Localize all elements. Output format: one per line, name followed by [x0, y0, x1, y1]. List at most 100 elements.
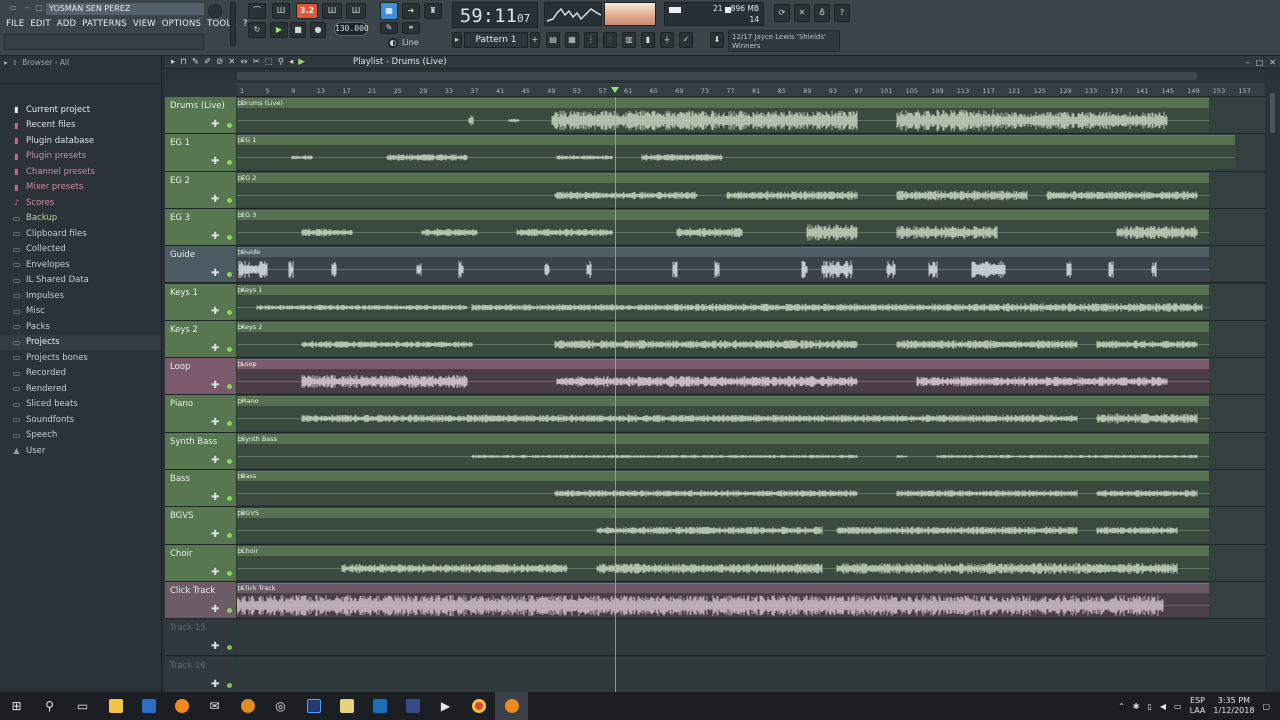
- pat-song-toggle[interactable]: 3.2: [296, 3, 318, 19]
- track-header[interactable]: EG 3 ✚: [165, 208, 237, 246]
- audio-clip[interactable]: ⊳ EG 1: [237, 135, 1235, 170]
- playlist-window-icon[interactable]: ▤: [546, 32, 560, 48]
- maximize-icon[interactable]: □: [34, 3, 44, 13]
- draw-tool-icon[interactable]: ✎: [192, 56, 199, 69]
- browser-item-backup[interactable]: ▭ Backup: [0, 211, 161, 227]
- playhead-marker[interactable]: [610, 87, 619, 93]
- browser-item-current-project[interactable]: ▮ Current project: [0, 102, 161, 118]
- track-mute-led[interactable]: [227, 458, 232, 464]
- track-move-icon[interactable]: ✚: [211, 380, 219, 391]
- track-mute-led[interactable]: [227, 607, 232, 613]
- menu-options[interactable]: OPTIONS: [162, 17, 201, 31]
- touch-controller-icon[interactable]: ✓: [679, 32, 693, 48]
- menu-edit[interactable]: EDIT: [30, 17, 50, 31]
- mixer-window-icon[interactable]: ⫶: [603, 32, 617, 48]
- window-menu-icon[interactable]: ▭: [8, 3, 18, 13]
- browser-item-clipboard-files[interactable]: ▭ Clipboard files: [0, 226, 161, 242]
- tray-arrow-icon[interactable]: ⌃: [1118, 702, 1125, 711]
- track-move-icon[interactable]: ✚: [211, 119, 219, 130]
- slip-tool-icon[interactable]: ⇔: [240, 56, 247, 69]
- loop-icon[interactable]: ↻: [248, 22, 266, 38]
- pattern-selector[interactable]: Pattern 1: [464, 32, 528, 48]
- track-move-icon[interactable]: ✚: [211, 529, 219, 540]
- language-indicator[interactable]: ESP LAA: [1190, 696, 1206, 716]
- track-lane[interactable]: ⊳ Synth Bass: [237, 432, 1265, 469]
- loop-record-icon[interactable]: Ш: [346, 3, 366, 19]
- track-header[interactable]: Piano ✚: [165, 395, 237, 432]
- track-lane[interactable]: ⊳ Piano: [237, 395, 1265, 432]
- plugin-picker-icon[interactable]: ▮: [641, 32, 655, 48]
- snap-magnet-icon[interactable]: ⊓: [180, 56, 187, 69]
- folder-icon[interactable]: [330, 692, 363, 720]
- minimize-icon[interactable]: –: [22, 3, 32, 13]
- playhead[interactable]: [614, 97, 616, 692]
- menu-help[interactable]: ?: [243, 17, 248, 31]
- menu-patterns[interactable]: PATTERNS: [82, 17, 127, 31]
- track-mute-led[interactable]: [227, 197, 232, 203]
- track-header[interactable]: EG 1 ✚: [165, 134, 237, 171]
- playlist-vertical-scrollbar[interactable]: [1265, 83, 1280, 692]
- browser-item-envelopes[interactable]: ▭ Envelopes: [0, 257, 161, 273]
- browser-nav-icon[interactable]: ⇧: [12, 56, 18, 70]
- ime-icon[interactable]: ▭: [1174, 702, 1182, 711]
- track-lane[interactable]: ⊳ Keys 1: [237, 283, 1265, 320]
- fl-studio-icon[interactable]: [165, 692, 198, 720]
- audio-clip[interactable]: ⊳ Piano: [237, 396, 1209, 431]
- playback-tool-icon[interactable]: ◂: [289, 56, 293, 69]
- track-move-icon[interactable]: ✚: [211, 567, 219, 578]
- metronome-icon[interactable]: ⌒: [248, 3, 266, 19]
- browser-item-plugin-presets[interactable]: ▮ Plugin presets: [0, 149, 161, 165]
- track-mute-led[interactable]: [227, 384, 232, 390]
- scroll-thumb[interactable]: [1270, 93, 1275, 133]
- track-header[interactable]: Drums (Live) ✚: [165, 97, 237, 134]
- track-mute-led[interactable]: [227, 309, 232, 315]
- audio-clip[interactable]: ⊳ Drums (Live): [237, 98, 1209, 132]
- fl-studio-alt-icon[interactable]: [231, 692, 264, 720]
- track-mute-led[interactable]: [227, 160, 232, 166]
- track-lane[interactable]: ⊳ Choir: [237, 544, 1265, 581]
- track-header[interactable]: Bass ✚: [165, 470, 237, 507]
- slice-tool-icon[interactable]: ✂: [253, 56, 260, 69]
- browser-item-recorded[interactable]: ▭ Recorded: [0, 366, 161, 382]
- track-move-icon[interactable]: ✚: [211, 417, 219, 428]
- track-lane[interactable]: ⊳ Bass: [237, 470, 1265, 507]
- pattern-prev-icon[interactable]: ▸: [452, 32, 462, 48]
- track-lane[interactable]: ⊳ EG 3: [237, 208, 1265, 246]
- playlist-horizontal-scrollbar[interactable]: [237, 72, 1197, 80]
- song-mode-icon[interactable]: ♜: [424, 3, 442, 19]
- track-header[interactable]: EG 2 ✚: [165, 171, 237, 208]
- store-icon[interactable]: [132, 692, 165, 720]
- network-icon[interactable]: ▯: [1147, 702, 1151, 711]
- plug-icon[interactable]: ⏚: [660, 32, 674, 48]
- clip-header[interactable]: ⊳ Keys 1: [237, 285, 1209, 296]
- photoshop-icon[interactable]: [297, 692, 330, 720]
- fl-studio-active-icon[interactable]: [495, 692, 528, 720]
- step-edit-icon[interactable]: ➜: [402, 3, 420, 19]
- media-app-icon[interactable]: ◎: [264, 692, 297, 720]
- clip-header[interactable]: ⊳ EG 2: [237, 173, 1209, 184]
- clip-header[interactable]: ⊳ Choir: [237, 546, 1209, 557]
- visual-studio-icon[interactable]: [363, 692, 396, 720]
- notifications-icon[interactable]: ▢: [1262, 702, 1270, 711]
- news-panel[interactable]: 12/17 Jayce Lewis 'Shields' Winners: [728, 30, 840, 52]
- track-move-icon[interactable]: ✚: [211, 343, 219, 354]
- track-lane[interactable]: ⊳ EG 2: [237, 171, 1265, 208]
- browser-item-collected[interactable]: ▭ Collected: [0, 242, 161, 258]
- playlist-maximize-icon[interactable]: □: [1256, 56, 1264, 69]
- stop-button[interactable]: ■: [290, 22, 306, 38]
- volume-icon[interactable]: ◀: [1160, 702, 1166, 711]
- track-mute-led[interactable]: [227, 496, 232, 501]
- browser-options-icon[interactable]: ▸: [4, 56, 8, 70]
- track-mute-led[interactable]: [227, 682, 232, 688]
- clip-header[interactable]: ⊳ Bass: [237, 472, 1209, 482]
- task-view-icon[interactable]: ▭: [66, 692, 99, 720]
- track-lane[interactable]: [237, 619, 1265, 656]
- pattern-add-icon[interactable]: +: [530, 32, 540, 48]
- start-icon[interactable]: ⊞: [0, 692, 33, 720]
- tools-icon[interactable]: ✕: [794, 4, 810, 22]
- countdown-icon[interactable]: Ш: [322, 3, 342, 19]
- channel-rack-window-icon[interactable]: ⋮: [584, 32, 598, 48]
- track-header[interactable]: Click Track ✚: [165, 581, 237, 619]
- browser-item-sliced-beats[interactable]: ▭ Sliced beats: [0, 397, 161, 413]
- song-position-display[interactable]: 59:1107: [452, 2, 538, 28]
